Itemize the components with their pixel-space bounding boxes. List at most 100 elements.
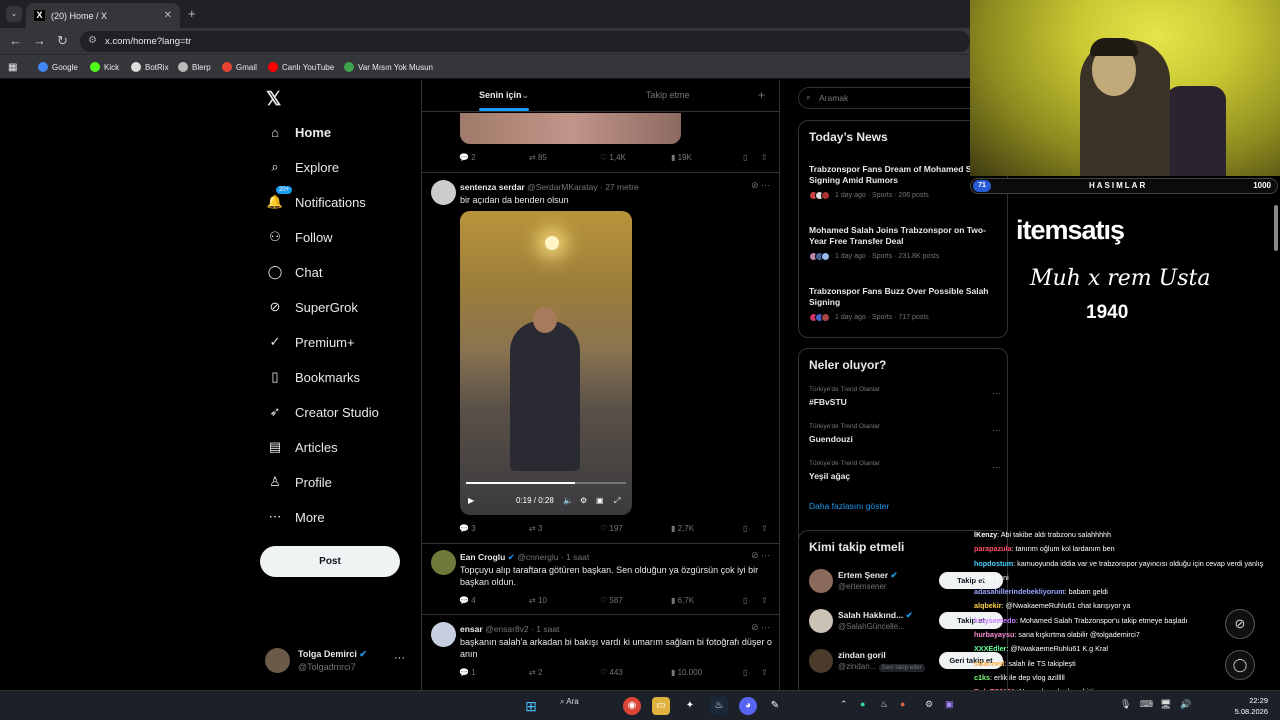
grok-icon[interactable]: ⊘ [1225,609,1255,639]
more-icon[interactable]: ··· [394,652,405,664]
tweet-time[interactable]: 1 saat [536,624,559,634]
add-feed-icon[interactable]: + [758,88,765,102]
discord-icon[interactable]: ◕ [739,697,757,715]
tray-app-icon[interactable]: ● [860,699,865,709]
bookmark-icon[interactable]: ▯ [743,153,747,162]
fullscreen-icon[interactable]: ⤢ [614,496,620,506]
views-button[interactable]: ▮ 6,7K [671,596,694,605]
sidebar-item-creator-studio[interactable]: ➶ Creator Studio [267,404,379,420]
forward-icon[interactable]: → [33,33,46,48]
tray-app-icon[interactable]: ⚙ [925,699,933,710]
taskbar-clock[interactable]: 22:29 5.08.2026 [1235,695,1268,717]
captions-icon[interactable]: ▣ [596,496,604,505]
repost-button[interactable]: ⇄ 85 [529,153,547,162]
sidebar-item-home[interactable]: ⌂ Home [267,124,331,140]
file-explorer-icon[interactable]: ▭ [652,697,670,715]
sidebar-item-bookmarks[interactable]: ▯ Bookmarks [267,369,360,385]
sidebar-item-profile[interactable]: ♙ Profile [267,474,332,490]
chat-username[interactable]: c1ks [974,673,990,682]
sidebar-item-articles[interactable]: ▤ Articles [267,439,338,455]
like-button[interactable]: ♡ 443 [600,668,623,677]
chat-username[interactable]: parapazula [974,544,1012,553]
post-button[interactable]: Post [260,546,400,577]
author-name[interactable]: ensar [460,624,483,634]
author-handle[interactable]: @SerdarMKaratay [527,182,598,192]
bookmark-varmisin[interactable]: Var Mısın Yok Musun [344,62,433,72]
video-player[interactable]: ▶ 0:19 / 0:28 🔈 ⚙ ▣ ⤢ [460,211,632,515]
tweet-time[interactable]: 1 saat [566,552,589,562]
search-input[interactable]: ⌕ Aramak [798,87,998,109]
repost-button[interactable]: ⇄ 3 [529,524,542,533]
more-icon[interactable]: ⊘ ··· [751,550,770,561]
account-switcher[interactable]: Tolga Demirci ✔ @Tolgadmrci7 ··· [265,646,415,676]
chat-username[interactable]: kraysemedo [974,616,1016,625]
microphone-icon[interactable]: 🎙 [1120,699,1131,710]
chat-username[interactable]: adasahillerindebekliyorum [974,587,1065,596]
sidebar-item-notifications[interactable]: 20+ 🔔 Notifications [267,186,366,210]
video-progress[interactable] [466,482,626,484]
sidebar-item-follow[interactable]: ⚇ Follow [267,229,332,245]
like-button[interactable]: ♡ 197 [600,524,623,533]
like-button[interactable]: ♡ 1,4K [600,153,626,162]
views-button[interactable]: ▮ 10.000 [671,668,702,677]
new-tab-icon[interactable]: + [188,6,196,21]
show-more-link[interactable]: Daha fazlasını göster [809,501,889,511]
avatar[interactable] [431,180,456,205]
chat-username[interactable]: lKenzy [974,530,997,539]
pen-icon[interactable]: ✎ [766,697,784,715]
settings-icon[interactable]: ⚙ [580,496,587,505]
reload-icon[interactable]: ↻ [57,33,68,49]
sidebar-item-more[interactable]: ⋯ More [267,509,325,525]
start-icon[interactable]: ⊞ [522,697,540,715]
previous-tweet-media[interactable] [460,113,681,144]
browser-tab[interactable]: X (20) Home / X ✕ [26,3,180,28]
bookmark-gmail[interactable]: Gmail [222,62,257,72]
share-icon[interactable]: ⇧ [761,596,768,605]
url-field[interactable]: ⚙ x.com/home?lang=tr [80,31,970,52]
bookmark-botrix[interactable]: BotRix [131,62,169,72]
views-button[interactable]: ▮ 19K [671,153,692,162]
avatar[interactable] [431,550,456,575]
app-icon[interactable]: ✦ [681,697,699,715]
chat-username[interactable]: hopdostum [974,559,1013,568]
sidebar-item-explore[interactable]: ⌕ Explore [267,159,339,175]
sidebar-item-chat[interactable]: ◯ Chat [267,264,323,280]
sidebar-item-premium-[interactable]: ✓ Premium+ [267,334,355,350]
chat-username[interactable]: sBanned [974,659,1004,668]
avatar[interactable] [431,622,456,647]
bookmark-kick[interactable]: Kick [90,62,119,72]
author-name[interactable]: Ean Croglu [460,552,505,562]
share-icon[interactable]: ⇧ [761,668,768,677]
more-icon[interactable]: ⊘ ··· [751,180,770,191]
views-button[interactable]: ▮ 2,7K [671,524,694,533]
tab-for-you[interactable]: Senin için⌄ [479,90,529,101]
author-name[interactable]: sentenza serdar [460,182,525,192]
tray-chevron-icon[interactable]: ⌃ [840,699,848,710]
network-icon[interactable]: 🖥 [1160,699,1171,710]
more-icon[interactable]: ⊘ ··· [751,622,770,633]
tray-app-icon[interactable]: ▣ [945,699,954,710]
bookmark-google[interactable]: Google [38,62,78,72]
back-icon[interactable]: ← [9,33,22,48]
language-icon[interactable]: ⌨ [1140,699,1153,710]
chrome-icon[interactable]: ◉ [623,697,641,715]
chat-username[interactable]: alqbekir [974,601,1002,610]
bookmark-icon[interactable]: ▯ [743,668,747,677]
play-icon[interactable]: ▶ [468,496,474,505]
overlay-scrollbar[interactable] [1274,205,1278,251]
like-button[interactable]: ♡ 587 [600,596,623,605]
x-logo-icon[interactable]: 𝕏 [266,88,281,111]
repost-button[interactable]: ⇄ 2 [529,668,542,677]
taskbar-search[interactable]: ⌕ Ara [560,697,579,707]
volume-icon[interactable]: 🔊 [1180,699,1191,710]
author-handle[interactable]: @cnnerglu [517,552,558,562]
bookmark-blerp[interactable]: Blerp [178,62,211,72]
bookmark-youtube[interactable]: Canlı YouTube [268,62,334,72]
close-tab-icon[interactable]: ✕ [164,10,172,21]
apps-icon[interactable]: ▦ [8,62,17,73]
tab-following[interactable]: Takip etme [646,90,690,100]
steam-icon[interactable]: ♨ [710,697,728,715]
chat-username[interactable]: hurbayaysu [974,630,1014,639]
share-icon[interactable]: ⇧ [761,524,768,533]
reply-button[interactable]: 💬 4 [459,596,476,605]
